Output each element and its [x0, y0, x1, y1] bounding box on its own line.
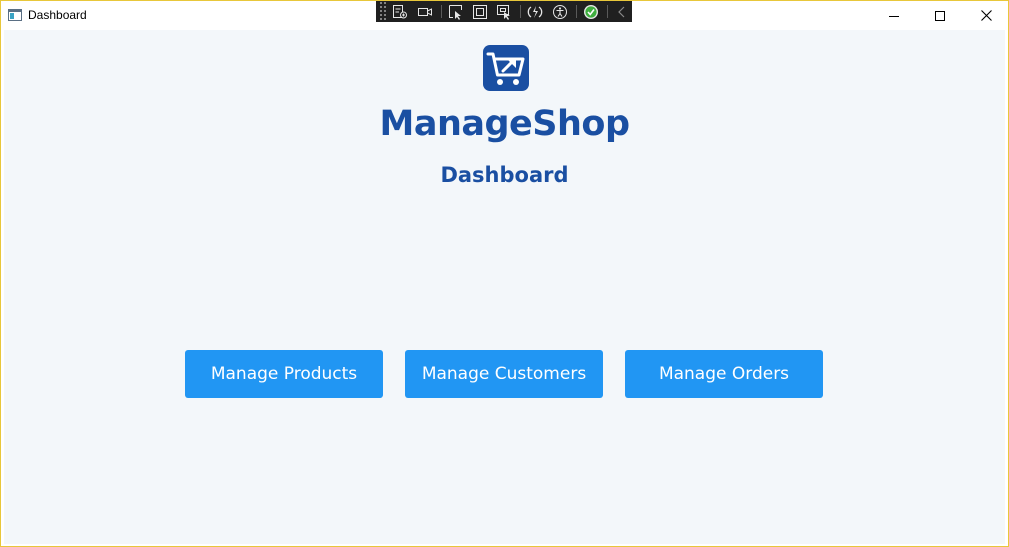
- app-brand-title: ManageShop: [379, 104, 631, 144]
- page-subtitle: Dashboard: [440, 163, 569, 187]
- app-window: Dashboard ManageShop Dashboard Manage Pr…: [0, 0, 1009, 547]
- record-icon[interactable]: [415, 1, 435, 22]
- display-layout-adorners-icon[interactable]: [470, 1, 490, 22]
- toolbar-grip[interactable]: [379, 1, 387, 22]
- close-button[interactable]: [963, 1, 1009, 30]
- runtime-debug-toolbar: [376, 1, 632, 22]
- app-window-icon: [8, 9, 22, 21]
- hot-reload-icon[interactable]: [525, 1, 545, 22]
- minimize-icon: [889, 15, 899, 17]
- dashboard-content: ManageShop Dashboard Manage Products Man…: [4, 30, 1005, 544]
- window-title: Dashboard: [28, 8, 87, 22]
- accessibility-icon[interactable]: [550, 1, 570, 22]
- toolbar-separator: [520, 5, 522, 18]
- toolbar-separator: [606, 5, 608, 18]
- maximize-icon: [935, 10, 945, 21]
- close-icon: [980, 10, 992, 21]
- toolbar-separator: [575, 5, 577, 18]
- toolbar-separator: [440, 5, 442, 18]
- collapse-icon[interactable]: [612, 1, 632, 22]
- title-bar[interactable]: Dashboard: [1, 1, 1008, 30]
- select-element-icon[interactable]: [446, 1, 466, 22]
- live-visual-tree-icon[interactable]: [390, 1, 410, 22]
- maximize-button[interactable]: [917, 1, 963, 30]
- manage-customers-button[interactable]: Manage Customers: [405, 350, 603, 398]
- track-focus-icon[interactable]: [494, 1, 514, 22]
- binding-failures-ok-icon[interactable]: [581, 1, 601, 22]
- minimize-button[interactable]: [871, 1, 917, 30]
- manage-orders-button[interactable]: Manage Orders: [625, 350, 823, 398]
- manage-products-button[interactable]: Manage Products: [185, 350, 383, 398]
- shopping-cart-logo-icon: [483, 45, 529, 91]
